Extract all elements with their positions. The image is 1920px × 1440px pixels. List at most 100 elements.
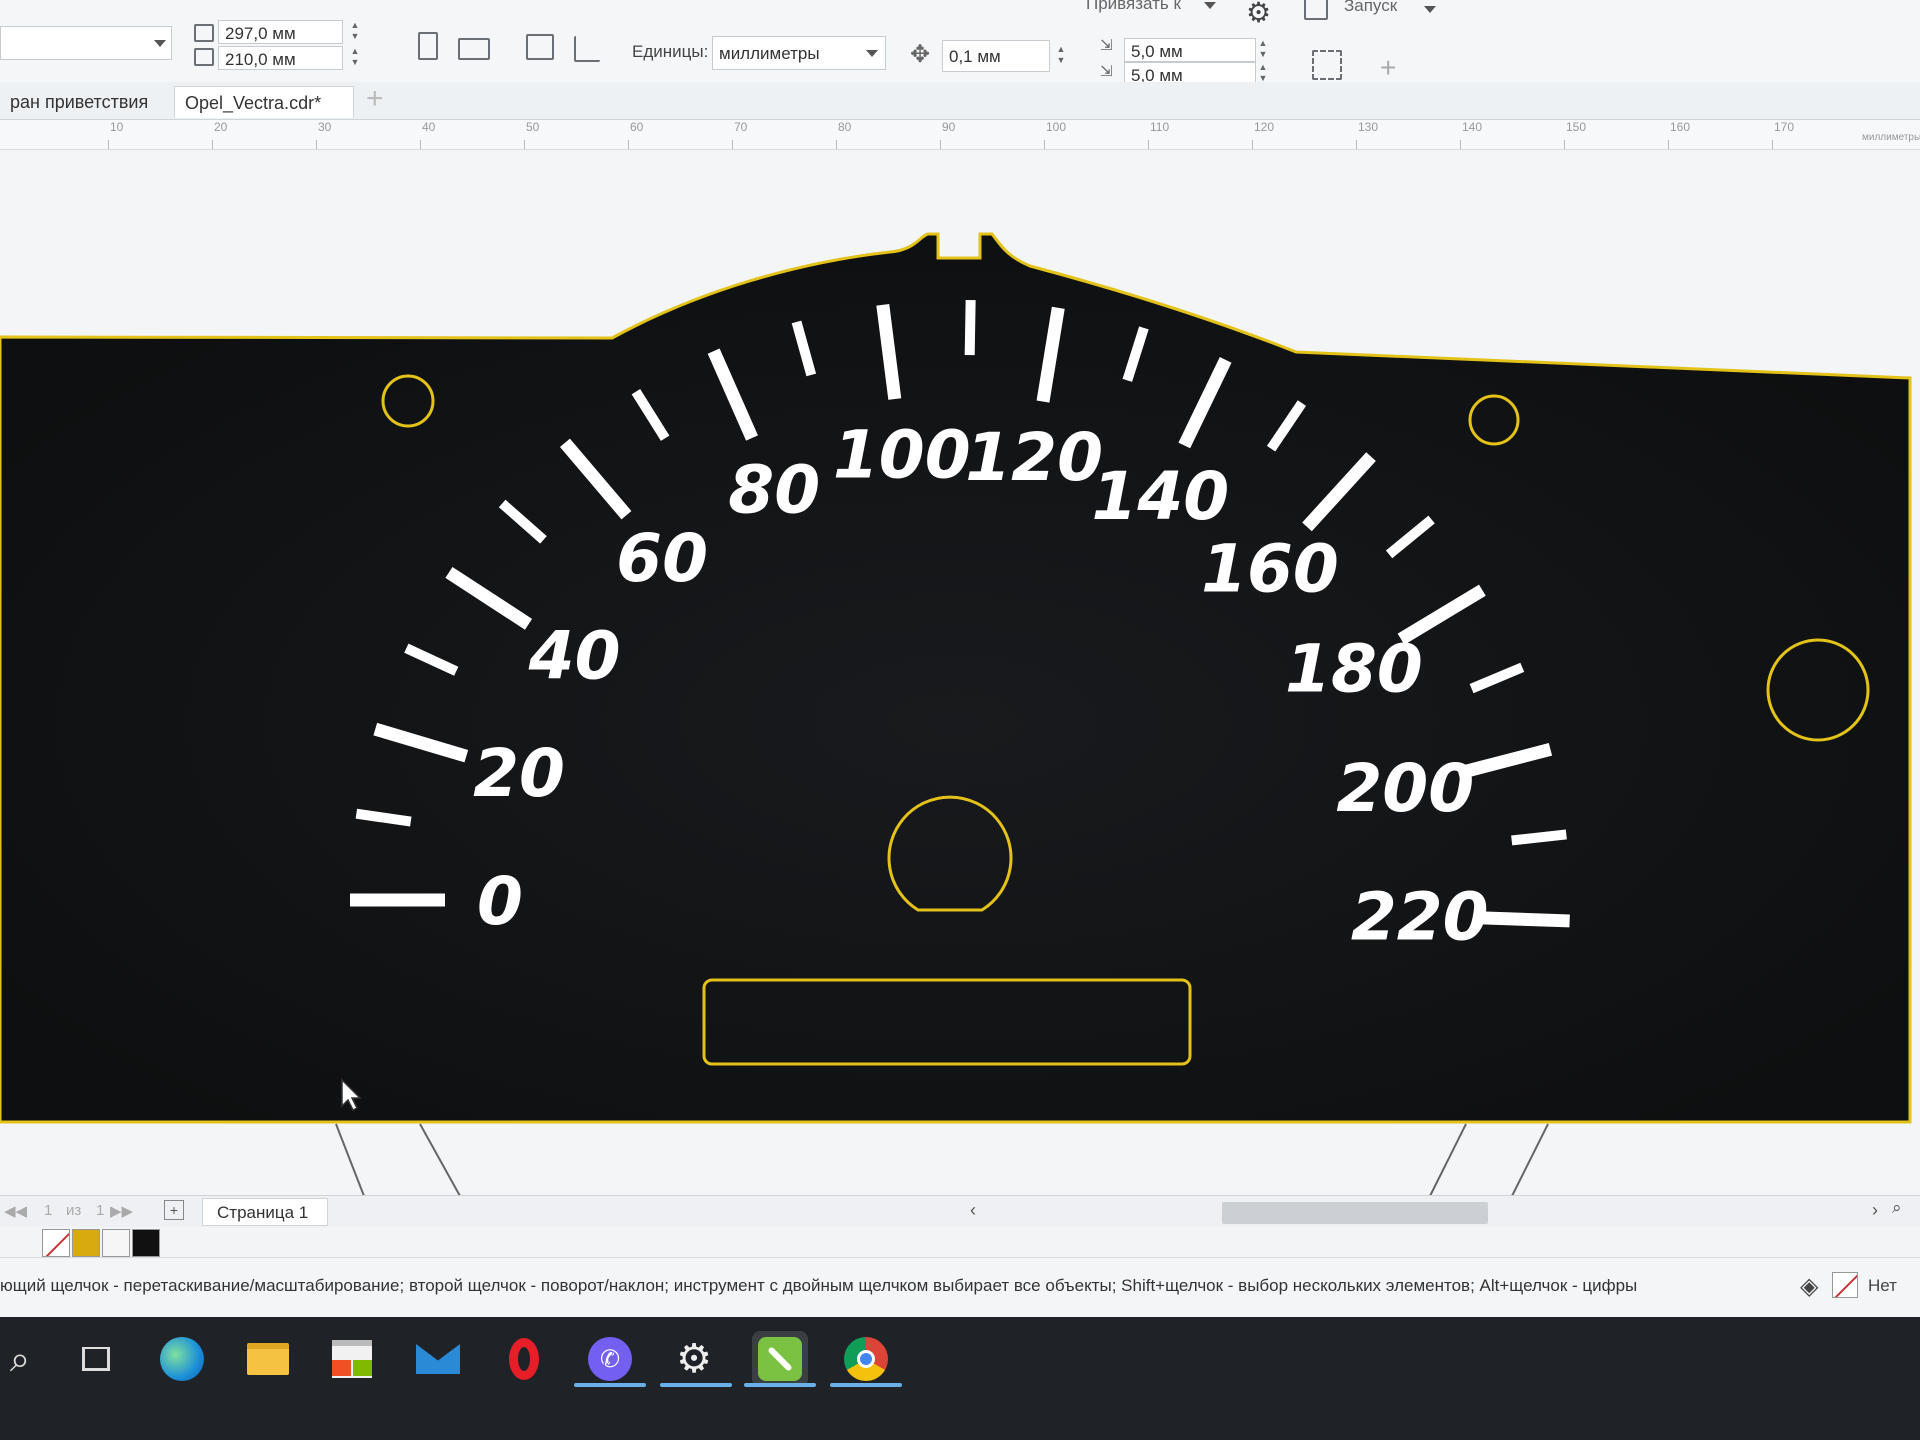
launch-icon <box>1304 0 1328 20</box>
nudge-field[interactable]: 0,1 мм <box>942 40 1050 72</box>
add-icon[interactable]: + <box>1380 52 1396 84</box>
last-page-icon[interactable]: ▶▶ <box>110 1202 133 1220</box>
taskbar: ⌕ ✆ ⚙ <box>0 1317 1920 1440</box>
mail-icon[interactable] <box>410 1331 466 1387</box>
ruler-tick <box>1564 140 1565 149</box>
task-view-icon[interactable] <box>68 1331 124 1387</box>
page-width-spinner[interactable]: ▲ ▼ <box>348 20 362 44</box>
ruler-tick <box>524 140 525 149</box>
ruler-tick-label: 170 <box>1774 120 1795 134</box>
bleed-frame-icon[interactable] <box>1312 50 1342 80</box>
coreldraw-icon[interactable] <box>752 1331 808 1387</box>
chevron-down-icon[interactable] <box>866 50 878 57</box>
portrait-icon[interactable] <box>418 32 438 60</box>
scroll-right-icon[interactable]: › <box>1872 1200 1878 1221</box>
ruler-tick-label: 80 <box>838 120 852 134</box>
ruler-tick <box>1148 140 1149 149</box>
first-page-icon[interactable]: ◀◀ <box>4 1202 27 1220</box>
chevron-down-icon[interactable] <box>1204 2 1216 9</box>
page-height-field[interactable]: 210,0 мм <box>218 46 343 70</box>
ruler-tick-label: 130 <box>1358 120 1379 134</box>
nudge-spinner[interactable]: ▲ ▼ <box>1054 44 1068 68</box>
new-tab-icon[interactable]: + <box>366 82 384 116</box>
all-pages-icon[interactable] <box>526 34 554 60</box>
store-icon[interactable] <box>324 1331 380 1387</box>
ruler-unit-label: миллиметры <box>1862 132 1920 143</box>
settings-icon[interactable]: ⚙ <box>666 1331 722 1387</box>
ruler-tick <box>732 140 733 149</box>
search-icon[interactable]: ⌕ <box>0 1331 48 1387</box>
page-height-spinner[interactable]: ▲ ▼ <box>348 46 362 70</box>
settings-running-indicator <box>660 1383 732 1387</box>
speed-label: 20 <box>473 735 565 812</box>
zoom-icon[interactable]: ⌕ <box>1892 1198 1902 1218</box>
edge-icon[interactable] <box>154 1331 210 1387</box>
horizontal-scrollbar-thumb[interactable] <box>1222 1202 1488 1224</box>
ruler-tick <box>836 140 837 149</box>
ruler-tick-label: 10 <box>110 120 124 134</box>
current-page-icon[interactable] <box>574 36 600 62</box>
tab-opel-vectra[interactable]: Opel_Vectra.cdr* <box>174 86 354 118</box>
page-tab[interactable]: Страница 1 <box>202 1198 328 1226</box>
add-page-icon[interactable]: + <box>164 1200 184 1220</box>
paper-size-select[interactable] <box>0 26 172 60</box>
chrome-icon[interactable] <box>838 1331 894 1387</box>
ruler-tick-label: 90 <box>942 120 956 134</box>
minor-tick <box>1511 829 1567 846</box>
ruler-tick-label: 150 <box>1566 120 1587 134</box>
horizontal-ruler[interactable]: 10 20 30 40 50 60 70 80 90 100 110 120 130 140 150 160 1… <box>0 120 1920 150</box>
nudge-icon: ✥ <box>910 41 931 68</box>
minor-tick <box>964 300 976 356</box>
duplicate-x-spinner[interactable]: ▲ ▼ <box>1256 38 1270 62</box>
tab-label: ран приветствия <box>10 92 149 112</box>
ruler-tick <box>1668 140 1669 149</box>
ruler-tick-label: 20 <box>214 120 228 134</box>
ruler-tick <box>628 140 629 149</box>
chrome-running-indicator <box>830 1383 902 1387</box>
file-explorer-icon[interactable] <box>240 1331 296 1387</box>
document-palette <box>0 1227 1920 1257</box>
ruler-tick <box>108 140 109 149</box>
chevron-down-icon[interactable] <box>1424 6 1436 13</box>
ruler-tick <box>1772 140 1773 149</box>
swatch-white[interactable] <box>102 1229 130 1257</box>
units-select[interactable]: миллиметры <box>712 36 886 70</box>
chevron-down-icon[interactable] <box>154 40 166 47</box>
ruler-tick <box>940 140 941 149</box>
ruler-tick-label: 30 <box>318 120 332 134</box>
gauge-face-outline[interactable] <box>0 232 1912 1124</box>
property-bar: 297,0 мм ▲ ▼ 210,0 мм ▲ ▼ Единицы: миллиме… <box>0 0 1920 90</box>
tab-welcome-screen[interactable]: ран приветствия <box>0 86 172 118</box>
speed-label: 200 <box>1336 750 1474 827</box>
launch-label[interactable]: Запуск <box>1344 0 1397 16</box>
speed-label: 100 <box>833 417 971 494</box>
viber-icon[interactable]: ✆ <box>582 1331 638 1387</box>
duplicate-x-field[interactable]: 5,0 мм <box>1124 38 1256 62</box>
snap-to-label[interactable]: Привязать к <box>1086 0 1181 14</box>
speed-label: 60 <box>616 520 708 597</box>
swatch-black[interactable] <box>132 1229 160 1257</box>
ruler-tick-label: 100 <box>1046 120 1067 134</box>
opera-icon[interactable] <box>496 1331 552 1387</box>
fill-bucket-icon: ◈ <box>1800 1273 1819 1300</box>
gear-icon[interactable]: ⚙ <box>1246 0 1271 29</box>
ruler-tick-label: 110 <box>1150 120 1170 134</box>
scroll-left-icon[interactable]: ‹ <box>970 1200 976 1221</box>
ruler-tick-label: 60 <box>630 120 644 134</box>
ruler-tick <box>1356 140 1357 149</box>
page-width-field[interactable]: 297,0 мм <box>218 20 343 44</box>
current-page-number: 1 <box>44 1202 53 1219</box>
page-navigator: ◀◀ 1 из 1 ▶▶ + Страница 1 ‹ › ⌕ <box>0 1195 1920 1227</box>
fill-none-icon <box>1832 1272 1858 1298</box>
swatch-gold[interactable] <box>72 1229 100 1257</box>
landscape-icon[interactable] <box>458 38 490 60</box>
swatch-none[interactable] <box>42 1229 70 1257</box>
speed-label: 160 <box>1201 531 1339 608</box>
tab-label: Opel_Vectra.cdr* <box>185 93 322 113</box>
drawing-canvas[interactable]: 0 20 40 60 80 100 120 140 160 180 200 220 <box>0 150 1920 1200</box>
dup-y-icon: ⇲ <box>1100 63 1113 80</box>
ruler-tick-label: 140 <box>1462 120 1483 134</box>
major-tick <box>1474 911 1570 928</box>
page-height-icon <box>194 48 214 66</box>
speed-label: 40 <box>528 617 621 694</box>
